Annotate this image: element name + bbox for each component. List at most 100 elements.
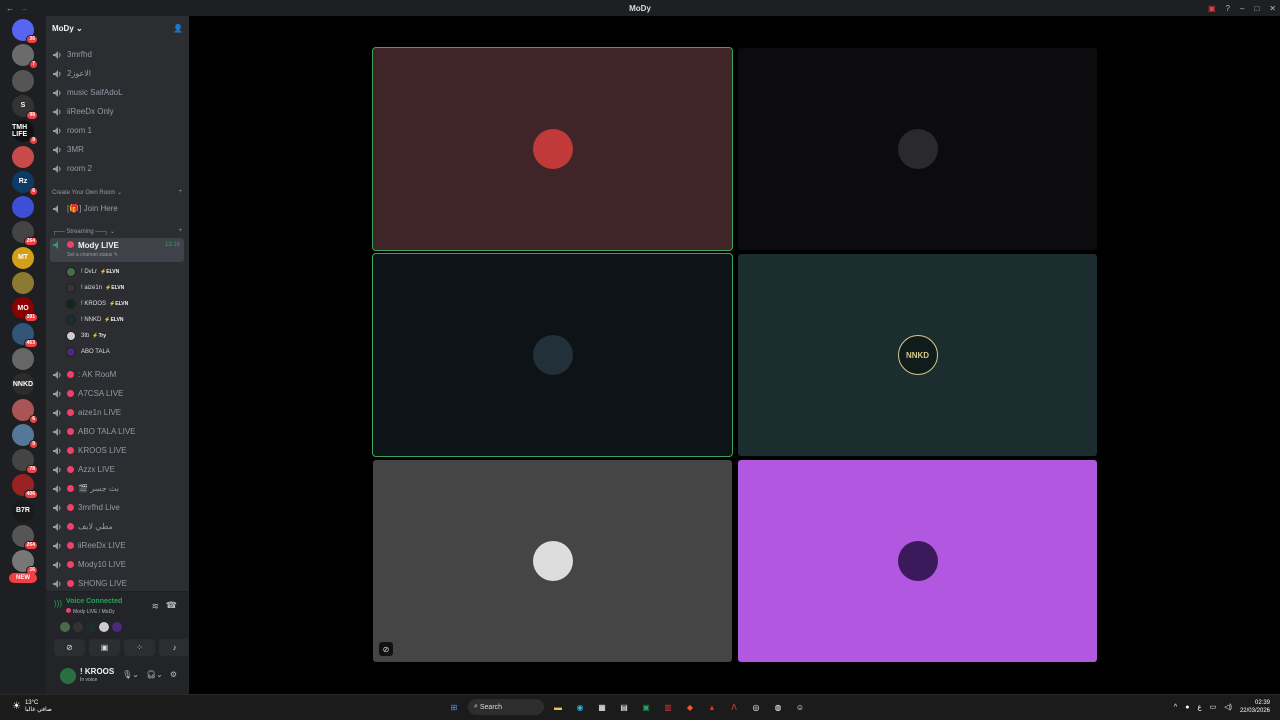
video-tile[interactable]: ⊘ bbox=[373, 460, 732, 662]
voice-channel[interactable]: Azzx LIVE bbox=[50, 461, 184, 478]
voice-channel[interactable]: Mody10 LIVE bbox=[50, 556, 184, 573]
voice-channel[interactable]: iiReeDx LIVE bbox=[50, 537, 184, 554]
avatar[interactable] bbox=[112, 622, 122, 632]
inbox-icon[interactable]: ▣ bbox=[1208, 4, 1216, 13]
server-icon[interactable]: MO 391 bbox=[12, 297, 38, 323]
video-tile[interactable]: NNKD bbox=[738, 254, 1097, 456]
server-icon[interactable]: Rz 6 bbox=[12, 170, 38, 196]
avatar[interactable] bbox=[86, 622, 96, 632]
video-tile[interactable] bbox=[738, 48, 1097, 250]
voice-channel[interactable]: SHONG LIVE bbox=[50, 575, 184, 592]
voice-channel[interactable]: ABO TALA LIVE bbox=[50, 423, 184, 440]
discord-taskbar-icon[interactable]: ☺ bbox=[792, 699, 808, 715]
new-badge[interactable]: NEW bbox=[9, 573, 37, 583]
voice-member[interactable]: ABO TALA bbox=[66, 345, 184, 359]
voice-channel[interactable]: aize1n LIVE bbox=[50, 404, 184, 421]
user-avatar[interactable] bbox=[60, 668, 76, 684]
user-name[interactable]: ! KROOS bbox=[80, 667, 114, 676]
app-icon[interactable]: ▥ bbox=[660, 699, 676, 715]
headphones-icon[interactable]: 🎧︎⌄ bbox=[146, 670, 163, 679]
server-icon[interactable]: 16 bbox=[12, 550, 38, 576]
folder-icon[interactable] bbox=[12, 196, 34, 219]
video-tile[interactable] bbox=[372, 47, 733, 251]
server-icon[interactable]: 6 bbox=[12, 398, 38, 424]
add-channel-icon[interactable]: + bbox=[178, 228, 182, 235]
voice-channel[interactable]: 3MR bbox=[50, 141, 184, 158]
volume-icon[interactable]: ◁) bbox=[1224, 703, 1232, 711]
voice-channel[interactable]: A7CSA LIVE bbox=[50, 385, 184, 402]
voice-member[interactable]: ! NNKD ⚡ELVN bbox=[66, 313, 184, 327]
excel-icon[interactable]: ▣ bbox=[638, 699, 654, 715]
voice-channel[interactable]: مطي لايف bbox=[50, 518, 184, 535]
server-icon[interactable]: 463 bbox=[12, 322, 38, 348]
voice-channel[interactable]: الاعوز2 bbox=[50, 65, 184, 82]
category-create-room[interactable]: Create Your Own Room ⌄ + bbox=[52, 189, 182, 196]
brave-icon[interactable]: ◆ bbox=[682, 699, 698, 715]
adobe-icon[interactable]: Λ bbox=[726, 699, 742, 715]
notepad-icon[interactable]: ▤ bbox=[616, 699, 632, 715]
voice-channel-path[interactable]: Mody LIVE / MoDy bbox=[66, 608, 115, 615]
add-channel-icon[interactable]: + bbox=[178, 189, 182, 196]
server-icon[interactable]: S 98 bbox=[12, 94, 38, 120]
voice-member[interactable]: ! aize1n ⚡ELVN bbox=[66, 281, 184, 295]
settings-gear-icon[interactable]: ⚙ bbox=[170, 670, 177, 679]
voice-channel[interactable]: room 1 bbox=[50, 122, 184, 139]
server-icon[interactable]: B7R bbox=[12, 499, 34, 522]
soundboard-button[interactable]: ♪ bbox=[159, 639, 190, 656]
discord-home-icon[interactable]: 36 bbox=[12, 19, 38, 44]
server-header[interactable]: MoDy ⌄ 👤 bbox=[46, 16, 189, 40]
server-icon[interactable] bbox=[12, 347, 34, 370]
obs-icon[interactable]: ◎ bbox=[748, 699, 764, 715]
voice-member[interactable]: 3tb ⚡Try bbox=[66, 329, 184, 343]
voice-status[interactable]: Voice Connected bbox=[66, 598, 122, 605]
store-icon[interactable]: ▦ bbox=[594, 699, 610, 715]
server-icon[interactable]: 264 bbox=[12, 525, 38, 550]
minimize-button[interactable]: – bbox=[1240, 4, 1244, 13]
weather-widget[interactable]: ☀ 13°C صافي غالبا bbox=[12, 700, 52, 713]
voice-channel[interactable]: room 2 bbox=[50, 160, 184, 177]
video-tile[interactable] bbox=[372, 253, 733, 457]
channel-status-hint[interactable]: Set a channel status ✎ bbox=[67, 252, 118, 258]
avatar[interactable] bbox=[60, 622, 70, 632]
activities-button[interactable]: ⁘ bbox=[124, 639, 155, 656]
add-member-icon[interactable]: 👤 bbox=[173, 24, 183, 33]
server-icon[interactable]: 7 bbox=[12, 44, 38, 70]
server-icon[interactable]: 406 bbox=[12, 474, 38, 500]
voice-channel[interactable]: KROOS LIVE bbox=[50, 442, 184, 459]
voice-channel[interactable]: 3mrfhd Live bbox=[50, 499, 184, 516]
server-icon[interactable]: 9 bbox=[12, 423, 38, 449]
avatar[interactable] bbox=[73, 622, 83, 632]
acrobat-icon[interactable]: ▲ bbox=[704, 699, 720, 715]
clock[interactable]: 02:39 22/03/2026 bbox=[1240, 699, 1270, 715]
disconnect-icon[interactable]: ☎ bbox=[166, 600, 177, 611]
voice-channel[interactable]: music SaifAdoL bbox=[50, 84, 184, 101]
edge-icon[interactable]: ◉ bbox=[572, 699, 588, 715]
screen-share-button[interactable]: ▣ bbox=[89, 639, 120, 656]
windows-start-icon[interactable]: ⊞ bbox=[446, 699, 462, 715]
close-button[interactable]: ✕ bbox=[1269, 4, 1276, 13]
voice-member[interactable]: ! DvLr ⚡ELVN bbox=[66, 265, 184, 279]
maximize-button[interactable]: □ bbox=[1254, 4, 1259, 13]
x-logo-icon[interactable] bbox=[12, 69, 34, 92]
server-icon[interactable]: 78 bbox=[12, 449, 38, 475]
file-explorer-icon[interactable]: ▬ bbox=[550, 699, 566, 715]
voice-channel[interactable]: 🎬 بث جسر bbox=[50, 480, 184, 497]
network-icon[interactable]: ▭ bbox=[1210, 703, 1217, 711]
avatar[interactable] bbox=[99, 622, 109, 632]
tray-app-icon[interactable]: ● bbox=[1185, 704, 1189, 711]
video-tile[interactable] bbox=[738, 460, 1097, 662]
microphone-icon[interactable]: 🎙︎⌄ bbox=[122, 670, 139, 679]
server-icon[interactable]: MT bbox=[12, 246, 34, 269]
tray-chevron-icon[interactable]: ^ bbox=[1174, 704, 1177, 711]
camera-off-button[interactable]: ⊘ bbox=[54, 639, 85, 656]
voice-channel[interactable]: 3mrfhd bbox=[50, 46, 184, 63]
voice-channel[interactable]: : AK RooM bbox=[50, 366, 184, 383]
noise-suppression-icon[interactable]: ≋ bbox=[151, 601, 159, 612]
channel-mody-live[interactable]: Mody LIVE 13:16 Set a channel status ✎ bbox=[50, 238, 184, 262]
help-icon[interactable]: ? bbox=[1226, 4, 1230, 13]
server-icon[interactable] bbox=[12, 145, 34, 168]
server-icon[interactable] bbox=[12, 272, 34, 294]
channel-join-here[interactable]: [🎁] Join Here bbox=[50, 200, 184, 217]
voice-member[interactable]: ! KROOS ⚡ELVN bbox=[66, 297, 184, 311]
language-indicator[interactable]: ع bbox=[1197, 703, 1201, 711]
